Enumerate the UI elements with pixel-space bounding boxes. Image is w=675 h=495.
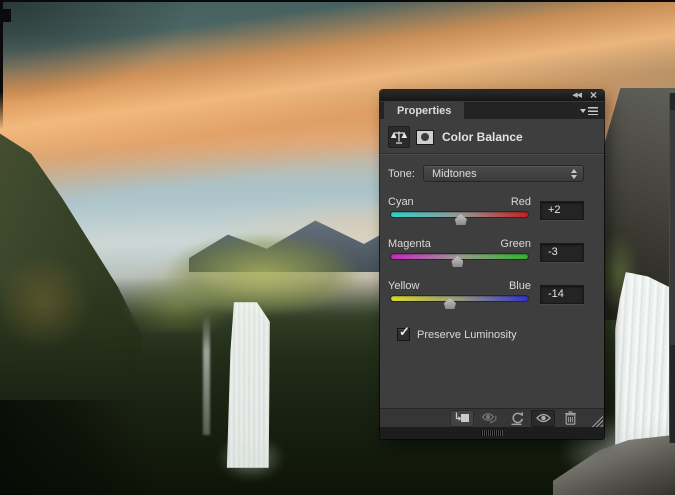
properties-panel: ◀◀ × Properties [380, 90, 604, 439]
menu-triangle-icon [580, 109, 586, 113]
panel-drag-grip[interactable] [481, 430, 503, 436]
reset-adjustment-button[interactable] [504, 410, 528, 427]
collapse-to-icons-button[interactable]: ◀◀ [572, 92, 581, 99]
preserve-luminosity-label: Preserve Luminosity [417, 329, 517, 341]
cyan-red-value-input[interactable] [540, 201, 584, 220]
magenta-label: Magenta [388, 238, 431, 250]
slider-left-col: Yellow Blue [388, 280, 531, 308]
delete-trash-icon [564, 411, 577, 425]
slider-track[interactable] [391, 296, 528, 301]
red-label: Red [511, 196, 531, 208]
view-previous-state-button[interactable] [477, 410, 501, 427]
tab-properties[interactable]: Properties [384, 102, 464, 119]
cyan-red-slider-group: Cyan Red [388, 196, 584, 224]
green-label: Green [500, 238, 531, 250]
panel-content: Color Balance Tone: Midtones Cyan [380, 119, 604, 408]
color-balance-scales-icon [388, 126, 410, 148]
preserve-luminosity-checkbox[interactable]: ✓ [397, 328, 410, 341]
photoshop-workspace: ◀◀ × Properties [0, 0, 675, 495]
photo-waterfall-mist [206, 438, 296, 488]
reset-adjustment-icon [509, 411, 524, 426]
canvas-edge-top [0, 0, 675, 2]
docked-panel-edge-mid [670, 110, 675, 345]
clip-to-layer-icon [454, 412, 470, 424]
header-divider [380, 153, 604, 155]
slider-track-wrap [391, 296, 528, 308]
panel-title-bar[interactable]: ◀◀ × [380, 90, 604, 101]
yellow-label: Yellow [388, 280, 419, 292]
slider-left-col: Cyan Red [388, 196, 531, 224]
photo-dark-corner [0, 400, 190, 495]
cyan-label: Cyan [388, 196, 414, 208]
mask-dot [421, 133, 429, 141]
adjustment-header: Color Balance [388, 125, 584, 149]
magenta-green-slider-group: Magenta Green [388, 238, 584, 266]
dropdown-spin-icon [571, 169, 577, 179]
tone-selected-value: Midtones [432, 168, 571, 180]
visibility-eye-icon [536, 413, 551, 423]
toggle-visibility-button[interactable] [531, 410, 555, 427]
panel-bottom-bar [380, 427, 604, 439]
docked-panel-edge[interactable] [669, 93, 675, 443]
spin-up-arrow [571, 169, 577, 173]
view-previous-state-icon [481, 412, 498, 425]
photo-waterfall-wisp [203, 315, 210, 435]
magenta-green-value-input[interactable] [540, 243, 584, 262]
spin-down-arrow [571, 175, 577, 179]
checkmark-icon: ✓ [399, 324, 410, 340]
slider-left-col: Magenta Green [388, 238, 531, 266]
preserve-luminosity-checkbox-row[interactable]: ✓ Preserve Luminosity [397, 328, 584, 341]
close-panel-button[interactable]: × [590, 91, 597, 100]
slider-labels: Magenta Green [388, 238, 531, 250]
slider-labels: Yellow Blue [388, 280, 531, 292]
photo-sunlit-slope [0, 248, 108, 357]
yellow-blue-value-input[interactable] [540, 285, 584, 304]
panel-resize-grip[interactable] [591, 415, 603, 427]
panel-tab-row: Properties [380, 101, 604, 119]
slider-track-wrap [391, 254, 528, 266]
canvas-corner-notch [0, 9, 11, 22]
menu-lines-icon [588, 107, 598, 115]
tone-dropdown[interactable]: Midtones [423, 165, 584, 182]
clip-to-layer-button[interactable] [450, 410, 474, 427]
tone-label: Tone: [388, 168, 423, 180]
layer-mask-thumbnail[interactable] [416, 130, 434, 145]
panel-toolbar [380, 408, 604, 427]
adjustment-title: Color Balance [442, 130, 523, 144]
blue-label: Blue [509, 280, 531, 292]
delete-adjustment-button[interactable] [558, 410, 582, 427]
tone-row: Tone: Midtones [388, 165, 584, 182]
slider-labels: Cyan Red [388, 196, 531, 208]
yellow-blue-slider-group: Yellow Blue [388, 280, 584, 308]
panel-menu-button[interactable] [580, 102, 598, 119]
slider-track-wrap [391, 212, 528, 224]
